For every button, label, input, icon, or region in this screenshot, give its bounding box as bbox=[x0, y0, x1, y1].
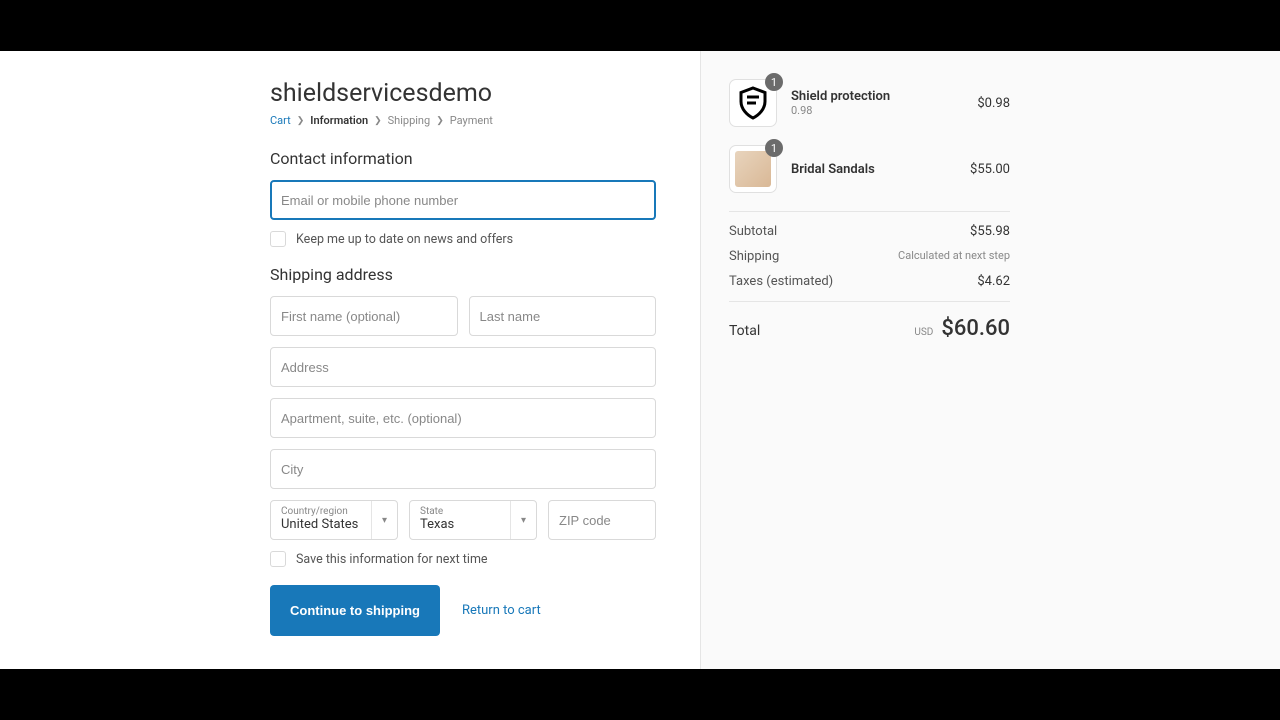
country-value: United States bbox=[281, 517, 358, 534]
contact-section-title: Contact information bbox=[270, 149, 656, 168]
zip-field[interactable] bbox=[548, 500, 656, 540]
checkout-form-panel: shieldservicesdemo Cart ❯ Information ❯ … bbox=[0, 51, 700, 669]
item-name: Shield protection bbox=[791, 89, 963, 104]
chevron-right-icon: ❯ bbox=[297, 116, 305, 126]
subscribe-checkbox[interactable] bbox=[270, 231, 286, 247]
taxes-label: Taxes (estimated) bbox=[729, 274, 833, 289]
product-thumbnail: 1 bbox=[729, 79, 777, 127]
total-currency: USD bbox=[914, 327, 933, 338]
shipping-cost-value: Calculated at next step bbox=[898, 249, 1010, 264]
item-price: $55.00 bbox=[970, 162, 1010, 177]
state-label: State bbox=[420, 507, 454, 517]
quantity-badge: 1 bbox=[765, 139, 783, 157]
store-name: shieldservicesdemo bbox=[270, 79, 656, 108]
order-summary-panel: 1 Shield protection 0.98 $0.98 1 Bridal … bbox=[700, 51, 1280, 669]
save-info-checkbox[interactable] bbox=[270, 551, 286, 567]
shipping-section-title: Shipping address bbox=[270, 265, 656, 284]
subtotal-value: $55.98 bbox=[970, 224, 1010, 239]
item-subtext: 0.98 bbox=[791, 104, 963, 117]
product-thumbnail: 1 bbox=[729, 145, 777, 193]
subtotal-label: Subtotal bbox=[729, 224, 777, 239]
return-to-cart-link[interactable]: Return to cart bbox=[462, 603, 541, 618]
subscribe-label: Keep me up to date on news and offers bbox=[296, 232, 513, 247]
taxes-value: $4.62 bbox=[977, 274, 1010, 289]
breadcrumb: Cart ❯ Information ❯ Shipping ❯ Payment bbox=[270, 114, 656, 127]
last-name-field[interactable] bbox=[469, 296, 657, 336]
breadcrumb-information: Information bbox=[310, 114, 368, 127]
state-value: Texas bbox=[420, 517, 454, 534]
item-price: $0.98 bbox=[977, 96, 1010, 111]
letterbox-bottom bbox=[0, 669, 1280, 720]
save-info-label: Save this information for next time bbox=[296, 552, 488, 567]
breadcrumb-payment: Payment bbox=[450, 114, 493, 127]
address-field[interactable] bbox=[270, 347, 656, 387]
item-name: Bridal Sandals bbox=[791, 162, 956, 177]
email-field[interactable] bbox=[270, 180, 656, 220]
cart-item: 1 Bridal Sandals $55.00 bbox=[729, 145, 1010, 193]
shipping-cost-label: Shipping bbox=[729, 249, 779, 264]
quantity-badge: 1 bbox=[765, 73, 783, 91]
country-select[interactable]: Country/region United States ▾ bbox=[270, 500, 398, 540]
city-field[interactable] bbox=[270, 449, 656, 489]
chevron-right-icon: ❯ bbox=[374, 116, 382, 126]
continue-button[interactable]: Continue to shipping bbox=[270, 585, 440, 636]
sandal-image-icon bbox=[735, 151, 771, 187]
cart-item: 1 Shield protection 0.98 $0.98 bbox=[729, 79, 1010, 127]
first-name-field[interactable] bbox=[270, 296, 458, 336]
letterbox-top bbox=[0, 0, 1280, 51]
total-label: Total bbox=[729, 323, 760, 339]
chevron-right-icon: ❯ bbox=[436, 116, 444, 126]
total-amount: $60.60 bbox=[941, 316, 1010, 341]
chevron-down-icon: ▾ bbox=[371, 501, 397, 539]
breadcrumb-cart[interactable]: Cart bbox=[270, 114, 291, 127]
state-select[interactable]: State Texas ▾ bbox=[409, 500, 537, 540]
breadcrumb-shipping: Shipping bbox=[388, 114, 431, 127]
apartment-field[interactable] bbox=[270, 398, 656, 438]
chevron-down-icon: ▾ bbox=[510, 501, 536, 539]
divider bbox=[729, 211, 1010, 212]
shield-icon bbox=[735, 85, 771, 121]
divider bbox=[729, 301, 1010, 302]
country-label: Country/region bbox=[281, 507, 358, 517]
